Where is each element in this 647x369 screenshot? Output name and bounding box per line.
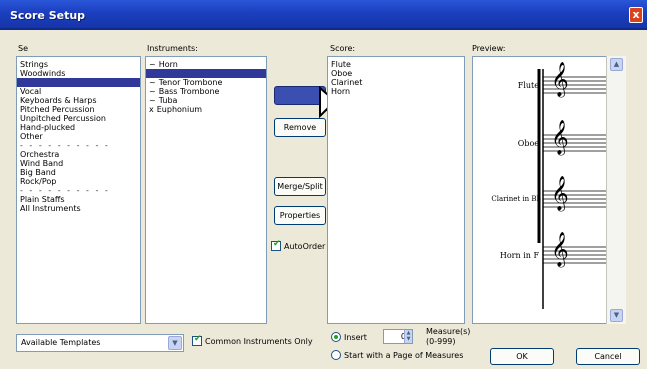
treble-clef-icon: 𝄞 xyxy=(551,176,569,211)
templates-select[interactable]: Available Templates ▼ xyxy=(16,334,184,352)
close-button[interactable]: x xyxy=(629,7,643,23)
section-list-item[interactable]: Pitched Percussion xyxy=(17,105,140,114)
templates-select-value: Available Templates xyxy=(21,338,101,347)
section-list-item[interactable]: Plain Staffs xyxy=(17,195,140,204)
measures-label: Measure(s) xyxy=(426,327,471,336)
cancel-button[interactable]: Cancel xyxy=(576,348,640,365)
score-list-item[interactable]: Clarinet xyxy=(328,78,464,87)
remove-button[interactable]: Remove xyxy=(274,118,326,137)
instrument-icon: ~ xyxy=(149,87,156,96)
merge-split-button[interactable]: Merge/Split xyxy=(274,177,326,196)
score-list-item[interactable]: Oboe xyxy=(328,69,464,78)
common-instruments-label: Common Instruments Only xyxy=(205,337,313,346)
scroll-up-icon[interactable]: ▲ xyxy=(610,58,623,71)
instrument-list-item[interactable]: x Euphonium xyxy=(146,105,266,114)
section-list[interactable]: Strings Woodwinds Brass Vocal Keyboards & Ha… xyxy=(16,56,141,324)
start-page-label: Start with a Page of Measures xyxy=(344,351,464,360)
instrument-label: Bass Trombone xyxy=(158,87,220,96)
preview-staff-label-2: Oboe xyxy=(517,139,539,148)
treble-clef-icon: 𝄞 xyxy=(551,62,569,97)
instrument-label: Trumpet xyxy=(158,69,192,78)
add-button-label: Add xyxy=(292,91,308,100)
section-list-item[interactable]: Vocal xyxy=(17,87,140,96)
list-separator: - - - - - - - - - - xyxy=(20,186,110,195)
section-list-item[interactable]: Big Band xyxy=(17,168,140,177)
instrument-list-item[interactable]: ~ Tenor Trombone xyxy=(146,78,266,87)
instrument-list-item[interactable]: ~ Trumpet xyxy=(146,69,266,78)
preview-scrollbar[interactable]: ▲ ▼ xyxy=(606,56,626,324)
treble-clef-icon: 𝄞 xyxy=(551,120,569,155)
preview-label: Preview: xyxy=(472,44,506,53)
instrument-list-item[interactable]: ~ Bass Trombone xyxy=(146,87,266,96)
instrument-label: Horn xyxy=(158,60,178,69)
unavailable-icon: x xyxy=(149,105,154,114)
preview-staff-label-3: Clarinet in Bb xyxy=(491,195,541,203)
start-page-radio[interactable] xyxy=(331,350,341,360)
instrument-label: Tenor Trombone xyxy=(158,78,223,87)
chevron-down-icon[interactable]: ▼ xyxy=(168,336,182,350)
section-list-item[interactable]: Woodwinds xyxy=(17,69,140,78)
section-list-item[interactable]: Orchestra xyxy=(17,150,140,159)
measures-range: (0-999) xyxy=(426,337,456,346)
common-instruments-checkbox[interactable]: ✔ xyxy=(192,334,202,346)
instruments-label: Instruments: xyxy=(147,44,198,53)
score-list-item[interactable]: Flute xyxy=(328,60,464,69)
instrument-list-item[interactable]: ~ Tuba xyxy=(146,96,266,105)
instrument-icon: ~ xyxy=(149,78,156,87)
section-list-item[interactable]: All Instruments xyxy=(17,204,140,213)
section-list-item[interactable]: Rock/Pop xyxy=(17,177,140,186)
window-title: Score Setup xyxy=(10,9,86,22)
score-label: Score: xyxy=(330,44,356,53)
insert-radio[interactable] xyxy=(331,332,341,342)
list-separator: - - - - - - - - - - xyxy=(20,141,110,150)
instrument-icon: ~ xyxy=(149,96,156,105)
section-list-item[interactable]: Strings xyxy=(17,60,140,69)
preview-pane: Flute Oboe Clarinet in Bb Horn in F 𝄞 𝄞 … xyxy=(472,56,626,324)
preview-staff-label-4: Horn in F xyxy=(499,251,539,260)
properties-button[interactable]: Properties xyxy=(274,206,326,225)
instrument-list-item[interactable]: ~ Horn xyxy=(146,60,266,69)
instrument-icon: ~ xyxy=(149,69,156,78)
instrument-label: Euphonium xyxy=(156,105,203,114)
section-list-item[interactable]: Wind Band xyxy=(17,159,140,168)
instrument-label: Tuba xyxy=(158,96,178,105)
preview-staff-label-1: Flute xyxy=(517,81,539,90)
ok-button[interactable]: OK xyxy=(490,348,554,365)
section-list-item[interactable]: Other xyxy=(17,132,140,141)
scroll-down-icon[interactable]: ▼ xyxy=(610,309,623,322)
section-list-item[interactable]: Hand-plucked xyxy=(17,123,140,132)
score-list[interactable]: Flute Oboe Clarinet Horn xyxy=(327,56,465,324)
instruments-list[interactable]: ~ Horn ~ Trumpet ~ Tenor Trombone ~ Bass Trombo… xyxy=(145,56,267,324)
section-list-item[interactable]: Keyboards & Harps xyxy=(17,96,140,105)
section-label: Se xyxy=(18,44,28,53)
measures-spinner[interactable]: ▲ ▼ xyxy=(404,330,412,343)
autoorder-checkbox[interactable]: ✔ xyxy=(271,239,281,251)
insert-label: Insert xyxy=(344,333,367,342)
section-list-item[interactable]: Unpitched Percussion xyxy=(17,114,140,123)
treble-clef-icon: 𝄞 xyxy=(551,232,569,267)
autoorder-label: AutoOrder xyxy=(284,242,326,251)
score-list-item[interactable]: Horn xyxy=(328,87,464,96)
title-bar[interactable]: Score Setup x xyxy=(0,0,647,30)
section-list-item[interactable]: Brass xyxy=(17,78,140,87)
instrument-icon: ~ xyxy=(149,60,156,69)
staff-preview xyxy=(537,69,607,309)
